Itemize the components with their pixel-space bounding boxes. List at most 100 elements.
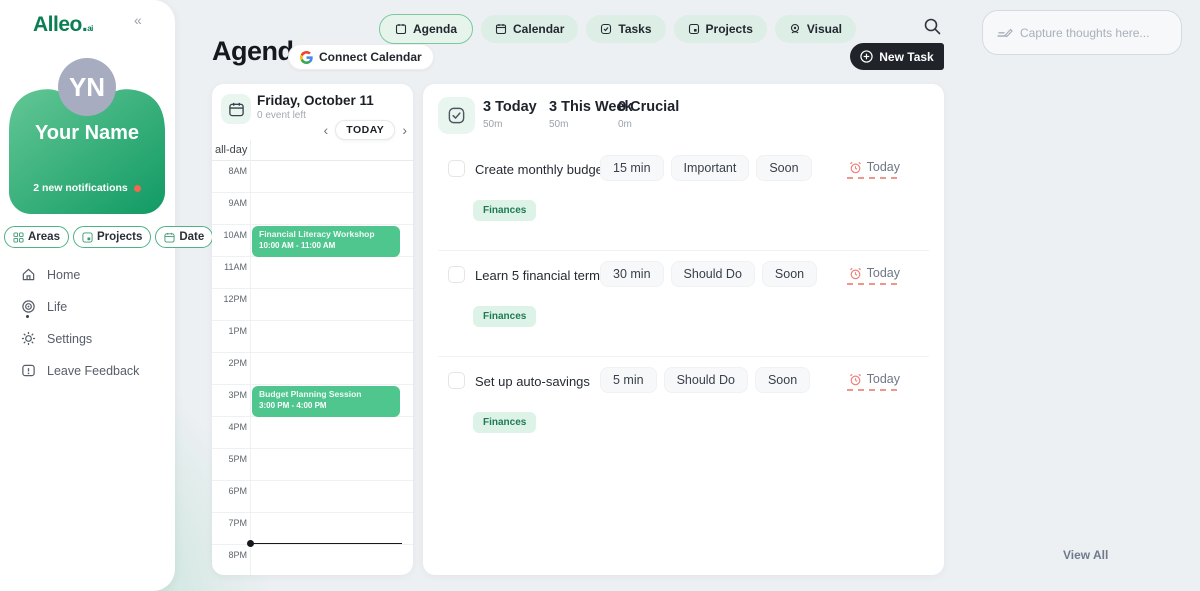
task-checkbox[interactable] xyxy=(448,372,465,389)
calendar-glyph-icon xyxy=(228,101,245,118)
gutter-divider xyxy=(250,140,251,575)
stat-today: 3 Today 50m xyxy=(483,99,537,130)
search-button[interactable] xyxy=(923,17,942,36)
task-title[interactable]: Learn 5 financial terms xyxy=(475,268,607,283)
hour-row-8am[interactable]: 8AM xyxy=(212,161,413,193)
tab-agenda[interactable]: Agenda xyxy=(379,14,473,44)
task-tag[interactable]: Finances xyxy=(473,412,536,433)
tab-calendar[interactable]: Calendar xyxy=(481,15,578,43)
calendar-event[interactable]: Budget Planning Session 3:00 PM - 4:00 P… xyxy=(252,386,400,417)
task-duration-pill[interactable]: 15 min xyxy=(600,155,664,181)
task-urgency-pill[interactable]: Soon xyxy=(762,261,817,287)
hour-row-2pm[interactable]: 2PM xyxy=(212,353,413,385)
capture-icon xyxy=(997,26,1013,40)
avatar[interactable]: YN xyxy=(58,58,116,116)
agenda-calendar-panel: Friday, October 11 0 event left ‹ TODAY … xyxy=(212,84,413,575)
due-underline xyxy=(847,283,897,285)
tab-tasks[interactable]: Tasks xyxy=(586,15,665,43)
calendar-date-title: Friday, October 11 xyxy=(257,93,374,108)
all-day-row[interactable]: all-day xyxy=(212,140,413,161)
notifications[interactable]: 2 new notifications xyxy=(9,182,165,194)
task-due-date[interactable]: Today xyxy=(849,372,900,386)
due-underline xyxy=(847,177,897,179)
task-urgency-pill[interactable]: Soon xyxy=(755,367,810,393)
hour-row-5pm[interactable]: 5PM xyxy=(212,449,413,481)
capture-thoughts-input[interactable] xyxy=(1020,26,1160,40)
task-row: Learn 5 financial terms 30 min Should Do… xyxy=(423,266,944,336)
task-row: Create monthly budget 15 min Important S… xyxy=(423,160,944,230)
hour-row-4pm[interactable]: 4PM xyxy=(212,417,413,449)
alarm-clock-icon xyxy=(849,373,862,386)
task-title[interactable]: Set up auto-savings xyxy=(475,374,590,389)
google-icon xyxy=(300,51,313,64)
tab-visual[interactable]: Visual xyxy=(775,15,856,43)
task-tag[interactable]: Finances xyxy=(473,200,536,221)
row-separator xyxy=(438,356,929,357)
task-priority-pill[interactable]: Important xyxy=(671,155,750,181)
task-due-date[interactable]: Today xyxy=(849,160,900,174)
today-button[interactable]: TODAY xyxy=(335,120,395,140)
current-time-indicator xyxy=(247,539,402,547)
hour-row-9am[interactable]: 9AM xyxy=(212,193,413,225)
task-duration-pill[interactable]: 5 min xyxy=(600,367,657,393)
connect-calendar-button[interactable]: Connect Calendar xyxy=(288,44,434,70)
plus-circle-icon xyxy=(860,50,873,63)
hour-row-11am[interactable]: 11AM xyxy=(212,257,413,289)
task-due-date[interactable]: Today xyxy=(849,266,900,280)
task-pills: 30 min Should Do Soon xyxy=(600,261,817,287)
task-pills: 15 min Important Soon xyxy=(600,155,812,181)
sidebar-item-settings[interactable]: Settings xyxy=(21,328,139,349)
sidebar-item-life[interactable]: Life xyxy=(21,296,139,317)
tab-projects[interactable]: Projects xyxy=(674,15,767,43)
app-logo[interactable]: Alleo.ai xyxy=(33,13,93,37)
task-priority-pill[interactable]: Should Do xyxy=(664,367,748,393)
home-icon xyxy=(21,267,36,282)
task-row: Set up auto-savings 5 min Should Do Soon… xyxy=(423,372,944,442)
stat-crucial: 0 Crucial 0m xyxy=(618,99,679,130)
sidebar-item-leave-feedback[interactable]: Leave Feedback xyxy=(21,360,139,381)
tasks-panel: 3 Today 50m 3 This Week 50m 0 Crucial 0m… xyxy=(423,84,944,575)
hour-row-8pm[interactable]: 8PM xyxy=(212,545,413,575)
calendar-time-grid: all-day 8AM 9AM 10AM 11AM 12PM 1PM 2PM 3… xyxy=(212,140,413,575)
new-task-button[interactable]: New Task xyxy=(850,43,944,70)
task-pills: 5 min Should Do Soon xyxy=(600,367,810,393)
view-all-link[interactable]: View All xyxy=(1063,548,1108,562)
sidebar-menu: Home Life Settings Leave Feedback xyxy=(21,264,139,381)
sidebar-collapse-icon[interactable]: « xyxy=(134,12,142,28)
next-day-button[interactable]: › xyxy=(402,121,407,139)
task-checkbox[interactable] xyxy=(448,160,465,177)
calendar-icon xyxy=(495,23,507,35)
task-tag[interactable]: Finances xyxy=(473,306,536,327)
task-title[interactable]: Create monthly budget xyxy=(475,162,607,177)
task-urgency-pill[interactable]: Soon xyxy=(756,155,811,181)
feedback-icon xyxy=(21,363,36,378)
hour-row-12pm[interactable]: 12PM xyxy=(212,289,413,321)
row-separator xyxy=(438,250,929,251)
hour-row-1pm[interactable]: 1PM xyxy=(212,321,413,353)
filter-date[interactable]: Date xyxy=(155,226,213,248)
hour-row-6pm[interactable]: 6PM xyxy=(212,481,413,513)
main-nav-tabs: Agenda Calendar Tasks Projects Visual xyxy=(379,14,856,44)
sidebar-filters: Areas Projects Date xyxy=(4,226,213,248)
notification-dot xyxy=(134,185,141,192)
sidebar-item-home[interactable]: Home xyxy=(21,264,139,285)
calendar-event[interactable]: Financial Literacy Workshop 10:00 AM - 1… xyxy=(252,226,400,257)
alarm-clock-icon xyxy=(849,267,862,280)
user-name: Your Name xyxy=(9,122,165,145)
prev-day-button[interactable]: ‹ xyxy=(324,121,329,139)
task-priority-pill[interactable]: Should Do xyxy=(671,261,755,287)
current-time-line xyxy=(251,543,402,545)
agenda-icon xyxy=(395,23,407,35)
search-icon xyxy=(923,17,942,36)
tasks-summary-tile-icon xyxy=(438,97,475,134)
task-checkbox[interactable] xyxy=(448,266,465,283)
tasks-icon xyxy=(600,23,612,35)
active-indicator-dot xyxy=(26,315,29,318)
life-icon xyxy=(21,299,36,314)
task-duration-pill[interactable]: 30 min xyxy=(600,261,664,287)
filter-areas[interactable]: Areas xyxy=(4,226,69,248)
projects-tab-icon xyxy=(688,23,700,35)
capture-thoughts-box[interactable] xyxy=(982,10,1182,55)
filter-projects[interactable]: Projects xyxy=(73,226,151,248)
alarm-clock-icon xyxy=(849,161,862,174)
